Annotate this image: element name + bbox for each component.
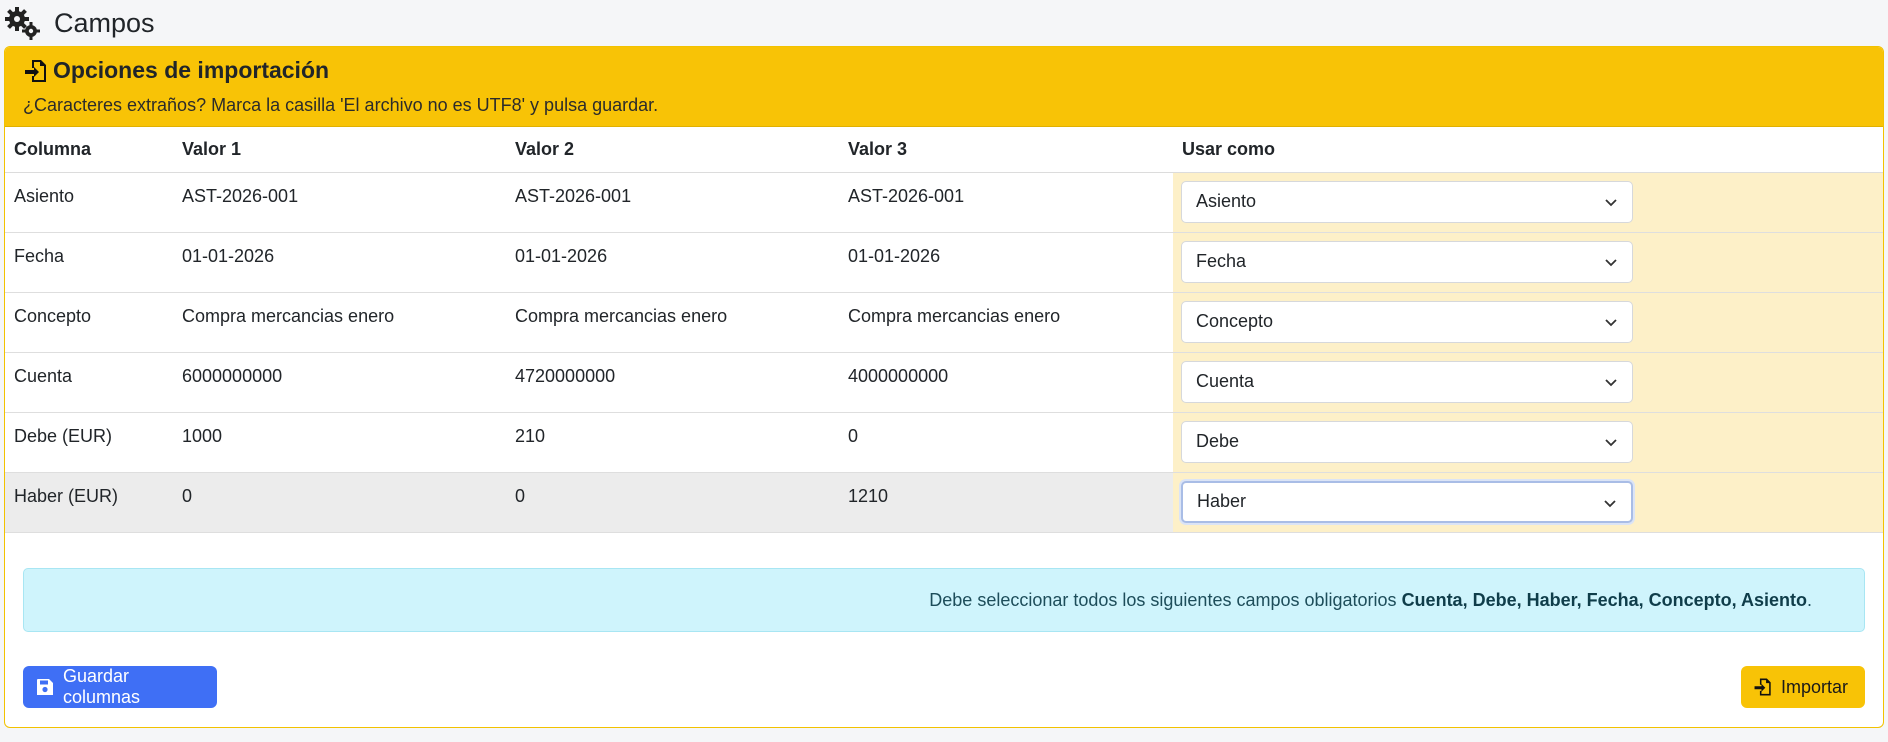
cell-valor-3: 01-01-2026 — [839, 232, 1173, 293]
columns-table: Columna Valor 1 Valor 2 Valor 3 Usar com… — [5, 127, 1883, 533]
alert-required-fields: Cuenta, Debe, Haber, Fecha, Concepto, As… — [1401, 589, 1807, 610]
table-row: Fecha 01-01-2026 01-01-2026 01-01-2026 F… — [5, 232, 1883, 293]
select-value: Debe — [1196, 431, 1240, 451]
cell-columna: Fecha — [5, 232, 173, 293]
table-header-row: Columna Valor 1 Valor 2 Valor 3 Usar com… — [5, 127, 1883, 173]
chevron-down-icon — [1605, 198, 1617, 206]
cell-valor-1: 01-01-2026 — [173, 232, 506, 293]
table-row: Haber (EUR) 0 0 1210 Haber — [5, 472, 1883, 533]
cell-valor-3: 0 — [839, 412, 1173, 473]
file-import-icon — [1753, 677, 1773, 697]
file-import-icon — [23, 58, 49, 84]
alert-text: Debe seleccionar todos los siguientes ca… — [929, 589, 1397, 610]
cell-valor-1: 0 — [173, 472, 506, 533]
cell-valor-2: Compra mercancias enero — [506, 292, 839, 353]
gears-icon — [4, 6, 42, 40]
header-valor-1: Valor 1 — [173, 127, 506, 173]
cell-valor-3: AST-2026-001 — [839, 172, 1173, 233]
header-usar-como: Usar como — [1173, 127, 1883, 173]
cell-valor-2: 0 — [506, 472, 839, 533]
cell-valor-3: 4000000000 — [839, 352, 1173, 413]
cell-valor-2: 4720000000 — [506, 352, 839, 413]
select-value: Cuenta — [1196, 371, 1255, 391]
cell-columna: Haber (EUR) — [5, 472, 173, 533]
page-header: Campos — [0, 0, 1888, 46]
header-valor-2: Valor 2 — [506, 127, 839, 173]
usar-como-select[interactable]: Asiento — [1181, 180, 1633, 223]
usar-como-select[interactable]: Cuenta — [1181, 360, 1633, 403]
alert-suffix: . — [1806, 589, 1812, 610]
table-row: Debe (EUR) 1000 210 0 Debe — [5, 412, 1883, 473]
header-valor-3: Valor 3 — [839, 127, 1173, 173]
save-columns-button[interactable]: Guardar columnas — [23, 666, 217, 708]
cell-usar-como: Concepto — [1173, 292, 1883, 353]
cell-usar-como: Debe — [1173, 412, 1883, 473]
floppy-disk-icon — [35, 677, 55, 697]
select-value: Asiento — [1196, 191, 1257, 211]
usar-como-select[interactable]: Concepto — [1181, 300, 1633, 343]
select-value: Haber — [1197, 491, 1247, 511]
chevron-down-icon — [1605, 258, 1617, 266]
cell-valor-1: 6000000000 — [173, 352, 506, 413]
cell-valor-1: 1000 — [173, 412, 506, 473]
card-header: Opciones de importación ¿Caracteres extr… — [5, 47, 1883, 127]
cell-usar-como: Fecha — [1173, 232, 1883, 293]
cell-valor-2: AST-2026-001 — [506, 172, 839, 233]
chevron-down-icon — [1605, 378, 1617, 386]
cell-columna: Concepto — [5, 292, 173, 353]
chevron-down-icon — [1604, 499, 1616, 507]
cell-valor-1: AST-2026-001 — [173, 172, 506, 233]
header-columna: Columna — [5, 127, 173, 173]
cell-valor-1: Compra mercancias enero — [173, 292, 506, 353]
table-row: Asiento AST-2026-001 AST-2026-001 AST-20… — [5, 172, 1883, 233]
import-label: Importar — [1781, 676, 1849, 697]
required-fields-alert: Debe seleccionar todos los siguientes ca… — [23, 568, 1865, 632]
cell-usar-como: Haber — [1173, 472, 1883, 533]
chevron-down-icon — [1605, 438, 1617, 446]
page-title: Campos — [54, 7, 155, 38]
cell-columna: Asiento — [5, 172, 173, 233]
card-title: Opciones de importación — [23, 57, 329, 84]
usar-como-select[interactable]: Debe — [1181, 420, 1633, 463]
cell-valor-3: 1210 — [839, 472, 1173, 533]
import-button[interactable]: Importar — [1741, 666, 1865, 708]
cell-usar-como: Cuenta — [1173, 352, 1883, 413]
cell-valor-2: 01-01-2026 — [506, 232, 839, 293]
table-row: Concepto Compra mercancias enero Compra … — [5, 292, 1883, 353]
usar-como-select[interactable]: Haber — [1181, 480, 1633, 523]
usar-como-select[interactable]: Fecha — [1181, 240, 1633, 283]
cell-columna: Debe (EUR) — [5, 412, 173, 473]
cell-valor-2: 210 — [506, 412, 839, 473]
chevron-down-icon — [1605, 318, 1617, 326]
save-columns-label: Guardar columnas — [63, 666, 141, 707]
utf8-hint: ¿Caracteres extraños? Marca la casilla '… — [23, 95, 659, 115]
cell-columna: Cuenta — [5, 352, 173, 413]
cell-usar-como: Asiento — [1173, 172, 1883, 233]
card-title-text: Opciones de importación — [53, 57, 330, 83]
cell-valor-3: Compra mercancias enero — [839, 292, 1173, 353]
table-row: Cuenta 6000000000 4720000000 4000000000 … — [5, 352, 1883, 413]
select-value: Fecha — [1196, 251, 1247, 271]
select-value: Concepto — [1196, 311, 1274, 331]
import-options-card: Opciones de importación ¿Caracteres extr… — [4, 46, 1884, 728]
